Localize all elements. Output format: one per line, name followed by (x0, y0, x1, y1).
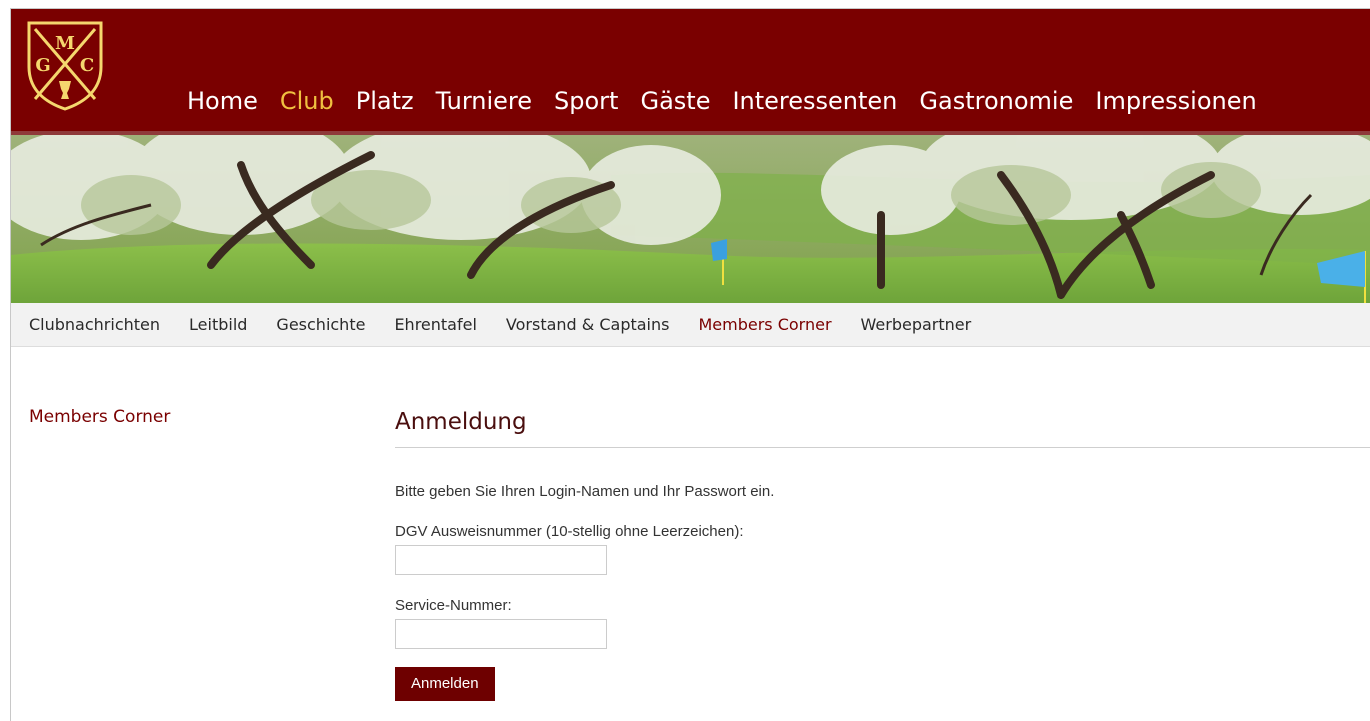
main-nav-impressionen[interactable]: Impressionen (1095, 83, 1256, 123)
sub-nav-ehrentafel[interactable]: Ehrentafel (394, 315, 476, 334)
service-number-input[interactable] (395, 619, 607, 649)
main-nav-home[interactable]: Home (187, 83, 258, 123)
dgv-number-input[interactable] (395, 545, 607, 575)
logo-letter: G (35, 55, 50, 76)
page-title: Anmeldung (395, 405, 1370, 448)
page-frame: M G C Home Club Platz Turniere Sport Gäs… (10, 8, 1370, 721)
sub-nav-geschichte[interactable]: Geschichte (276, 315, 365, 334)
main-nav-interessenten[interactable]: Interessenten (732, 83, 897, 123)
logo-letter: C (80, 55, 94, 76)
sub-nav-leitbild[interactable]: Leitbild (189, 315, 247, 334)
main-nav-platz[interactable]: Platz (356, 83, 414, 123)
site-header: M G C Home Club Platz Turniere Sport Gäs… (11, 9, 1370, 135)
sub-nav-werbepartner[interactable]: Werbepartner (861, 315, 972, 334)
main-nav-club[interactable]: Club (280, 83, 334, 123)
login-content: Anmeldung Bitte geben Sie Ihren Login-Na… (395, 405, 1370, 701)
main-nav: Home Club Platz Turniere Sport Gäste Int… (187, 83, 1279, 123)
sidebar-link-members-corner[interactable]: Members Corner (29, 407, 170, 427)
main-nav-turniere[interactable]: Turniere (436, 83, 532, 123)
login-intro-text: Bitte geben Sie Ihren Login-Namen und Ih… (395, 483, 775, 500)
main-nav-gastronomie[interactable]: Gastronomie (919, 83, 1073, 123)
main-nav-sport[interactable]: Sport (554, 83, 618, 123)
main-nav-gaeste[interactable]: Gäste (640, 83, 710, 123)
service-number-label: Service-Nummer: (395, 597, 512, 614)
dgv-number-label: DGV Ausweisnummer (10-stellig ohne Leerz… (395, 523, 744, 540)
logo-letter: M (55, 33, 75, 54)
club-logo[interactable]: M G C (25, 19, 105, 111)
sub-nav-vorstand-captains[interactable]: Vorstand & Captains (506, 315, 670, 334)
login-submit-button[interactable]: Anmelden (395, 667, 495, 701)
sub-nav-clubnachrichten[interactable]: Clubnachrichten (29, 315, 160, 334)
sub-nav: Clubnachrichten Leitbild Geschichte Ehre… (11, 303, 1370, 347)
sub-nav-members-corner[interactable]: Members Corner (698, 315, 831, 334)
header-banner-image (11, 135, 1370, 303)
